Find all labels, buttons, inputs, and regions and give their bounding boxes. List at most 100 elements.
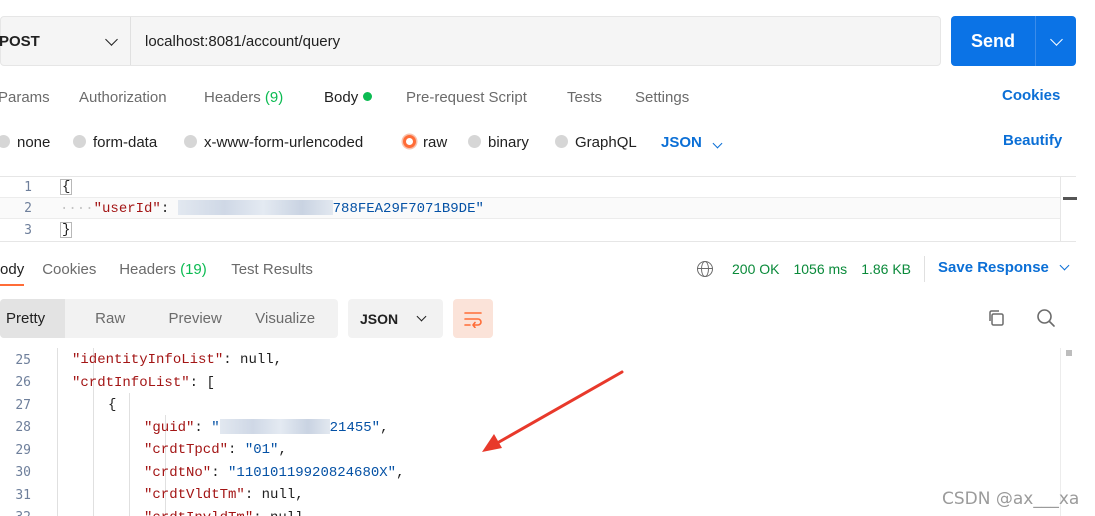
tab-tests[interactable]: Tests — [567, 89, 635, 106]
json-punct: , — [295, 487, 304, 504]
chevron-down-icon — [416, 311, 427, 322]
tab-body[interactable]: Body — [324, 89, 406, 106]
line-number: 30 — [15, 465, 31, 481]
url-input[interactable]: localhost:8081/account/query — [131, 33, 340, 50]
json-sep: : — [189, 374, 207, 391]
tab-pre-request-script[interactable]: Pre-request Script — [406, 89, 567, 106]
radio-raw[interactable]: raw — [403, 134, 468, 151]
code-text: } — [60, 222, 73, 238]
copy-button[interactable] — [984, 306, 1008, 330]
response-body-viewer[interactable]: 25 "identityInfoList": null, 26 "crdtInfoLi… — [0, 348, 1095, 516]
tab-settings[interactable]: Settings — [635, 89, 689, 106]
body-type-options: none form-data x-www-form-urlencoded raw… — [0, 131, 723, 153]
tab-response-body[interactable]: Body — [0, 261, 25, 286]
open-brace: { — [60, 179, 73, 195]
json-punct: , — [273, 352, 283, 369]
code-text: "crdtVldtTm": null, — [144, 487, 304, 503]
wrap-lines-icon — [464, 311, 482, 328]
json-sep: : — [244, 487, 262, 504]
line-number: 26 — [15, 375, 31, 391]
send-button[interactable]: Send — [951, 16, 1035, 66]
tab-params[interactable]: Params — [0, 89, 79, 106]
save-response-button[interactable]: Save Response — [938, 259, 1070, 276]
line-number: 2 — [24, 200, 32, 216]
radio-none-label: none — [17, 133, 51, 151]
response-time: 1056 ms — [793, 261, 848, 277]
view-visualize[interactable]: Visualize — [235, 299, 335, 338]
beautify-link[interactable]: Beautify — [1003, 132, 1062, 149]
body-format-select[interactable]: JSON — [661, 133, 723, 151]
radio-none[interactable]: none — [0, 134, 73, 151]
editor-scrollbar[interactable] — [1060, 177, 1077, 241]
json-punct: , — [396, 464, 405, 481]
request-bar: POST localhost:8081/account/query — [0, 16, 941, 66]
tab-response-headers-label: Headers — [119, 260, 176, 278]
scrollbar-thumb[interactable] — [1066, 350, 1072, 356]
response-status-bar: 200 OK 1056 ms 1.86 KB — [697, 258, 911, 280]
request-body-editor[interactable]: 1 { 2 ····"userId": 788FEA29F7071B9DE" 3… — [0, 176, 1077, 242]
json-key: "userId" — [93, 200, 161, 217]
response-format-select[interactable]: JSON — [348, 299, 443, 338]
radio-icon — [0, 134, 10, 148]
radio-form-data[interactable]: form-data — [73, 134, 184, 151]
chevron-down-icon — [1059, 260, 1070, 271]
arrow-head — [482, 434, 502, 452]
line-number: 28 — [15, 420, 31, 436]
code-text: { — [108, 397, 116, 413]
view-pretty[interactable]: Pretty — [0, 299, 66, 338]
tab-headers-label: Headers — [204, 88, 261, 106]
json-value: 21455" — [329, 420, 381, 437]
search-icon — [1037, 309, 1055, 327]
status-code: 200 OK — [732, 261, 780, 277]
json-punct: [ — [206, 374, 215, 391]
wrap-lines-button[interactable] — [453, 299, 493, 338]
radio-binary[interactable]: binary — [468, 134, 555, 151]
body-format-label: JSON — [661, 133, 702, 151]
line-number: 29 — [15, 442, 31, 458]
radio-icon — [555, 134, 568, 148]
chevron-down-icon — [712, 138, 723, 148]
tab-response-headers[interactable]: Headers (19) — [119, 261, 231, 278]
send-options-button[interactable] — [1035, 16, 1076, 66]
chevron-down-icon — [105, 32, 118, 46]
search-button[interactable] — [1034, 306, 1058, 330]
line-number: 3 — [24, 222, 32, 238]
code-text: "crdtInfoList": [ — [72, 375, 215, 391]
json-value: 788FEA29F7071B9DE" — [332, 200, 484, 217]
radio-graphql[interactable]: GraphQL — [555, 134, 661, 151]
view-raw[interactable]: Raw — [65, 299, 155, 338]
copy-icon — [989, 310, 1004, 326]
editor-line: 3 } — [0, 219, 1060, 241]
line-number: 27 — [15, 397, 31, 413]
code-text: "crdtInvldTm": null, — [144, 510, 312, 516]
body-indicator-dot — [363, 91, 373, 101]
code-text: "crdtTpcd": "01", — [144, 442, 287, 458]
method-select[interactable]: POST — [0, 17, 131, 65]
json-sep: : — [253, 510, 270, 516]
tab-response-cookies[interactable]: Cookies — [42, 261, 119, 278]
radio-icon — [468, 134, 481, 148]
tab-headers[interactable]: Headers (9) — [204, 89, 324, 106]
json-value: " — [211, 420, 220, 437]
response-size: 1.86 KB — [861, 261, 912, 277]
json-sep: : — [228, 442, 245, 459]
response-line: 30 "crdtNo": "11010119920824680X", — [0, 462, 1060, 485]
headers-count: (9) — [264, 88, 284, 106]
line-number: 32 — [0, 510, 31, 516]
response-line: 32 "crdtInvldTm": null, — [0, 507, 1060, 516]
view-preview[interactable]: Preview — [155, 299, 235, 338]
radio-urlencoded[interactable]: x-www-form-urlencoded — [184, 134, 403, 151]
globe-icon[interactable] — [697, 261, 713, 277]
json-sep: : — [160, 200, 178, 217]
response-tabs: Body Cookies Headers (19) Test Results — [0, 258, 313, 286]
json-value: null — [240, 352, 274, 369]
json-key: "crdtInfoList" — [72, 374, 190, 391]
cookies-link[interactable]: Cookies — [1002, 87, 1060, 104]
tab-authorization[interactable]: Authorization — [79, 89, 204, 106]
scrollbar-thumb[interactable] — [1063, 197, 1077, 200]
json-key: "crdtNo" — [144, 464, 212, 481]
json-sep: : — [194, 420, 212, 437]
redacted-value — [219, 419, 330, 435]
method-label: POST — [0, 32, 40, 50]
tab-test-results[interactable]: Test Results — [231, 261, 313, 278]
